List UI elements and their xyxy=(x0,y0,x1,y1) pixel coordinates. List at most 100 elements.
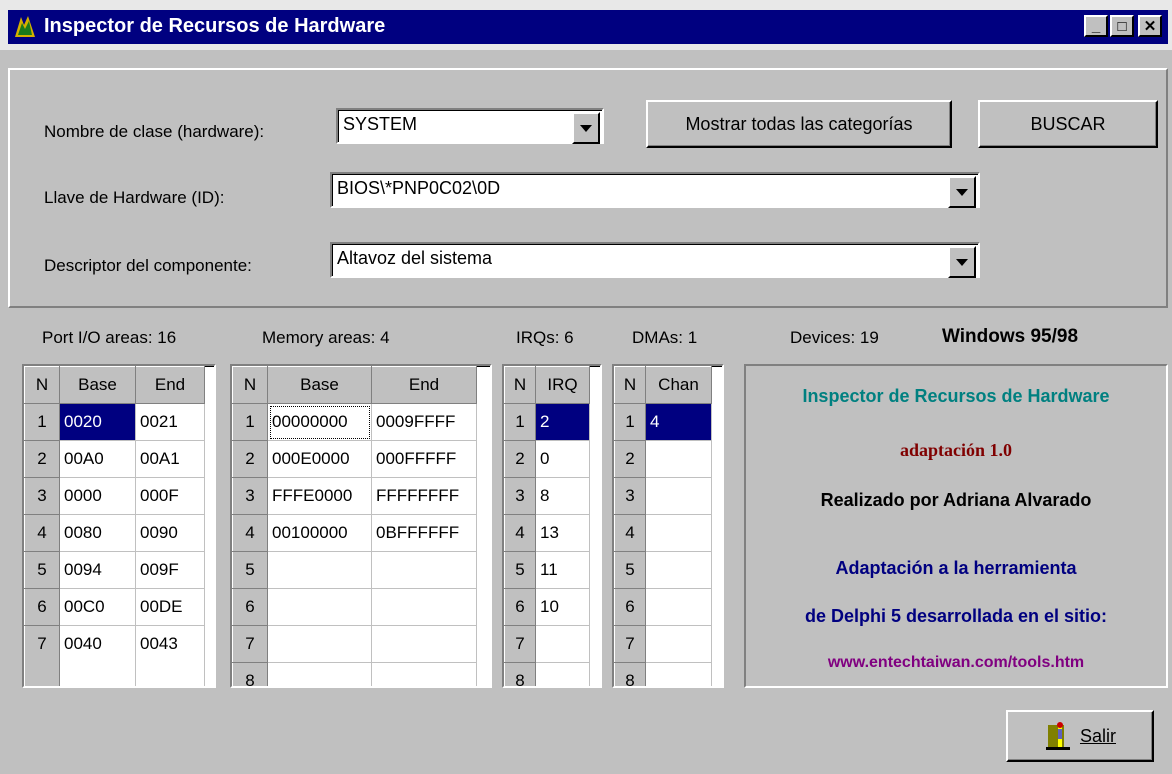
grid-cell[interactable]: 8 xyxy=(535,477,590,515)
grid-cell[interactable]: 00A1 xyxy=(135,440,205,478)
exit-button[interactable]: Salir xyxy=(1006,710,1154,762)
door-exit-icon xyxy=(1045,722,1070,750)
table-row: 4 00100000 0BFFFFFF xyxy=(232,514,477,552)
col-header: IRQ xyxy=(535,366,590,404)
show-all-categories-button[interactable]: Mostrar todas las categorías xyxy=(646,100,952,148)
table-row: 4 13 xyxy=(504,514,590,552)
row-number: 3 xyxy=(232,477,268,515)
row-number: 5 xyxy=(232,551,268,589)
dma-grid[interactable]: N Chan 14 2 3 4 5 6 7 8 xyxy=(612,364,724,688)
grid-cell[interactable] xyxy=(645,514,712,552)
grid-cell[interactable]: 0080 xyxy=(59,514,136,552)
memory-grid[interactable]: N Base End 1 00000000 0009FFFF 2 000E0000 000F… xyxy=(230,364,492,688)
about-version: adaptación 1.0 xyxy=(899,440,1013,460)
grid-cell[interactable]: 0040 xyxy=(59,625,136,686)
close-icon: ✕ xyxy=(1143,17,1157,35)
grid-cell[interactable]: 0043 xyxy=(135,625,205,686)
grid-cell[interactable]: 00A0 xyxy=(59,440,136,478)
grid-cell[interactable]: 0000 xyxy=(59,477,136,515)
grid-cell[interactable] xyxy=(371,588,477,626)
descriptor-dropdown-button[interactable] xyxy=(948,246,976,278)
irq-grid[interactable]: N IRQ 12 20 38 4 13 5 11 6 10 7 8 xyxy=(502,364,602,688)
grid-cell[interactable] xyxy=(645,662,712,686)
table-row: 5 xyxy=(232,551,477,589)
about-panel: Inspector de Recursos de Hardware adapta… xyxy=(744,364,1168,688)
grid-cell[interactable]: 0021 xyxy=(135,403,205,441)
grid-cell[interactable]: 13 xyxy=(535,514,590,552)
grid-cell[interactable]: 009F xyxy=(135,551,205,589)
col-header: End xyxy=(135,366,205,404)
grid-cell[interactable]: FFFE0000 xyxy=(267,477,372,515)
close-button[interactable]: ✕ xyxy=(1138,15,1162,37)
grid-cell[interactable] xyxy=(535,662,590,686)
grid-cell[interactable]: 000E0000 xyxy=(267,440,372,478)
grid-cell[interactable]: 0094 xyxy=(59,551,136,589)
grid-cell[interactable]: 00DE xyxy=(135,588,205,626)
port-count-label: Port I/O areas: 16 xyxy=(42,328,177,347)
grid-cell[interactable] xyxy=(645,477,712,515)
row-number: 1 xyxy=(232,403,268,441)
title-bar[interactable]: Inspector de Recursos de Hardware _ □ ✕ xyxy=(8,10,1168,44)
row-number: 4 xyxy=(504,514,536,552)
grid-cell[interactable] xyxy=(645,440,712,478)
irq-count-label: IRQs: 6 xyxy=(516,328,574,347)
row-number: 6 xyxy=(24,588,60,626)
table-row: 14 xyxy=(614,403,712,441)
search-button[interactable]: BUSCAR xyxy=(978,100,1158,148)
table-row: 20 xyxy=(504,440,590,478)
grid-cell[interactable] xyxy=(371,662,477,686)
grid-cell[interactable] xyxy=(645,625,712,663)
table-row: 2 000E0000 000FFFFF xyxy=(232,440,477,478)
grid-cell[interactable]: 0009FFFF xyxy=(371,403,477,441)
grid-cell[interactable]: 0 xyxy=(535,440,590,478)
about-url: www.entechtaiwan.com/tools.htm xyxy=(827,654,1085,671)
grid-cell[interactable]: 00000000 xyxy=(267,403,372,441)
row-number: 7 xyxy=(232,625,268,663)
grid-cell[interactable] xyxy=(267,662,372,686)
grid-cell[interactable] xyxy=(267,588,372,626)
key-combo[interactable]: BIOS\*PNP0C02\0D xyxy=(330,172,980,208)
table-row: 5 0094 009F xyxy=(24,551,205,589)
grid-cell[interactable] xyxy=(645,588,712,626)
table-row: 4 0080 0090 xyxy=(24,514,205,552)
grid-cell[interactable]: FFFFFFFF xyxy=(371,477,477,515)
class-combo[interactable]: SYSTEM xyxy=(336,108,604,144)
table-row: 1 00000000 0009FFFF xyxy=(232,403,477,441)
grid-cell[interactable]: 0BFFFFFF xyxy=(371,514,477,552)
descriptor-combo[interactable]: Altavoz del sistema xyxy=(330,242,980,278)
grid-cell[interactable]: 11 xyxy=(535,551,590,589)
table-row: 7 xyxy=(232,625,477,663)
row-number: 3 xyxy=(24,477,60,515)
col-header: N xyxy=(614,366,646,404)
table-row: 6 xyxy=(232,588,477,626)
row-number: 2 xyxy=(24,440,60,478)
maximize-button[interactable]: □ xyxy=(1110,15,1134,37)
grid-cell[interactable]: 4 xyxy=(645,403,712,441)
grid-cell[interactable] xyxy=(371,551,477,589)
row-number: 7 xyxy=(24,625,60,686)
grid-cell[interactable] xyxy=(267,625,372,663)
port-grid[interactable]: N Base End 1 0020 0021 2 00A0 00A1 3 0000 000F 4… xyxy=(22,364,216,688)
col-header: Base xyxy=(59,366,136,404)
grid-cell[interactable]: 10 xyxy=(535,588,590,626)
grid-cell[interactable]: 00C0 xyxy=(59,588,136,626)
grid-cell[interactable]: 000F xyxy=(135,477,205,515)
grid-cell[interactable]: 0020 xyxy=(59,403,136,441)
row-number: 3 xyxy=(614,477,646,515)
table-row: 8 xyxy=(614,662,712,686)
grid-cell[interactable]: 00100000 xyxy=(267,514,372,552)
class-dropdown-button[interactable] xyxy=(572,112,600,144)
grid-cell[interactable] xyxy=(535,625,590,663)
grid-cell[interactable] xyxy=(371,625,477,663)
grid-cell[interactable]: 0090 xyxy=(135,514,205,552)
grid-cell[interactable]: 2 xyxy=(535,403,590,441)
grid-cell[interactable] xyxy=(267,551,372,589)
grid-cell[interactable] xyxy=(645,551,712,589)
table-row: 1 0020 0021 xyxy=(24,403,205,441)
key-dropdown-button[interactable] xyxy=(948,176,976,208)
minimize-button[interactable]: _ xyxy=(1084,15,1108,37)
row-number: 5 xyxy=(614,551,646,589)
grid-cell[interactable]: 000FFFFF xyxy=(371,440,477,478)
table-row: 3 FFFE0000 FFFFFFFF xyxy=(232,477,477,515)
table-row: 6 00C0 00DE xyxy=(24,588,205,626)
